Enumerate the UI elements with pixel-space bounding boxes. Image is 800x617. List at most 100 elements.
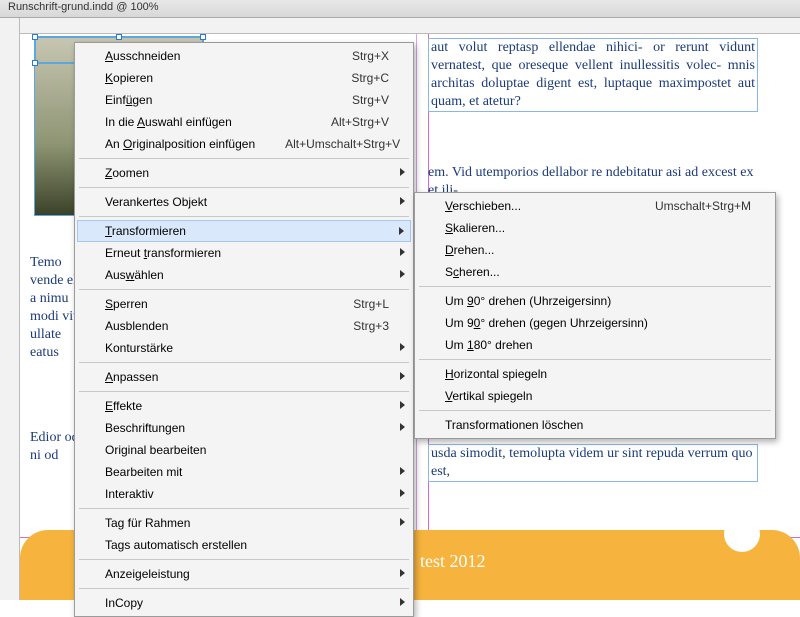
submenu-arrow-icon	[400, 518, 405, 526]
text-frame-right3[interactable]: usda simodit, temolupta videm ur sint re…	[428, 444, 758, 482]
window-titlebar: Runschrift-grund.indd @ 100%	[0, 0, 800, 18]
menu-item-label: Effekte	[105, 399, 142, 413]
menu-separator	[419, 410, 771, 411]
menu-item-ausw-hlen[interactable]: Auswählen	[77, 264, 411, 286]
menu-item-label: Einfügen	[105, 93, 152, 107]
menu-item-label: Anpassen	[105, 370, 158, 384]
menu-item-label: Original bearbeiten	[105, 443, 206, 457]
menu-item-sperren[interactable]: Sperren Strg+L	[77, 293, 411, 315]
submenu-item-skalieren[interactable]: Skalieren...	[417, 217, 773, 239]
menu-item-incopy[interactable]: InCopy	[77, 592, 411, 614]
menu-item-label: Um 90° drehen (gegen Uhrzeigersinn)	[445, 316, 648, 330]
submenu-item-vertikal-spiegeln[interactable]: Vertikal spiegeln	[417, 385, 773, 407]
submenu-item-verschieben[interactable]: Verschieben... Umschalt+Strg+M	[417, 195, 773, 217]
menu-separator	[79, 362, 409, 363]
menu-item-label: Ausschneiden	[105, 49, 180, 63]
ruler-horizontal[interactable]	[20, 18, 800, 34]
menu-item-einf-gen[interactable]: EinfügenStrg+V	[77, 89, 411, 111]
menu-separator	[79, 391, 409, 392]
menu-item-anpassen[interactable]: Anpassen	[77, 366, 411, 388]
menu-item-in-die-auswahl-einf-gen[interactable]: In die Auswahl einfügen Alt+Strg+V	[77, 111, 411, 133]
context-menu[interactable]: AusschneidenStrg+XKopierenStrg+CEinfügen…	[74, 42, 414, 617]
menu-item-an-originalposition-einf-gen[interactable]: An Originalposition einfügenAlt+Umschalt…	[77, 133, 411, 155]
footer-notch	[724, 516, 760, 552]
menu-item-tags-automatisch-erstellen[interactable]: Tags automatisch erstellen	[77, 534, 411, 556]
menu-separator	[419, 286, 771, 287]
menu-item-label: Verschieben...	[445, 199, 521, 213]
submenu-arrow-icon	[400, 343, 405, 351]
submenu-arrow-icon	[400, 168, 405, 176]
menu-item-label: Skalieren...	[445, 221, 505, 235]
submenu-item-scheren[interactable]: Scheren...	[417, 261, 773, 283]
submenu-arrow-icon	[400, 197, 405, 205]
menu-item-label: Ausblenden	[105, 319, 168, 333]
menu-shortcut: Alt+Strg+V	[301, 115, 389, 129]
submenu-transformieren[interactable]: Verschieben... Umschalt+Strg+M Skalieren..…	[414, 192, 776, 439]
menu-item-tag-f-r-rahmen[interactable]: Tag für Rahmen	[77, 512, 411, 534]
menu-item-label: Transformationen löschen	[445, 418, 583, 432]
menu-item-verankertes-objekt[interactable]: Verankertes Objekt	[77, 191, 411, 213]
submenu-arrow-icon	[400, 372, 405, 380]
menu-item-original-bearbeiten[interactable]: Original bearbeiten	[77, 439, 411, 461]
menu-shortcut: Strg+L	[323, 297, 389, 311]
submenu-arrow-icon	[399, 227, 404, 235]
menu-item-transformieren[interactable]: Transformieren	[77, 220, 411, 242]
submenu-arrow-icon	[400, 248, 405, 256]
menu-shortcut: Strg+X	[322, 49, 389, 63]
menu-item-beschriftungen[interactable]: Beschriftungen	[77, 417, 411, 439]
submenu-arrow-icon	[400, 423, 405, 431]
menu-item-label: Beschriftungen	[105, 421, 185, 435]
menu-item-konturst-rke[interactable]: Konturstärke	[77, 337, 411, 359]
menu-item-label: Scheren...	[445, 265, 500, 279]
menu-separator	[79, 216, 409, 217]
menu-item-ausblenden[interactable]: Ausblenden Strg+3	[77, 315, 411, 337]
menu-item-kopieren[interactable]: KopierenStrg+C	[77, 67, 411, 89]
menu-item-label: Vertikal spiegeln	[445, 389, 532, 403]
menu-separator	[79, 187, 409, 188]
menu-item-erneut-transformieren[interactable]: Erneut transformieren	[77, 242, 411, 264]
menu-item-label: Drehen...	[445, 243, 494, 257]
menu-item-label: Anzeigeleistung	[105, 567, 190, 581]
menu-separator	[79, 588, 409, 589]
menu-item-bearbeiten-mit[interactable]: Bearbeiten mit	[77, 461, 411, 483]
menu-shortcut: Umschalt+Strg+M	[625, 199, 751, 213]
submenu-item-um-90-drehen-uhrzeigersinn[interactable]: Um 90° drehen (Uhrzeigersinn)	[417, 290, 773, 312]
submenu-item-um-90-drehen-gegen-uhrzeigersinn[interactable]: Um 90° drehen (gegen Uhrzeigersinn)	[417, 312, 773, 334]
menu-item-label: Sperren	[105, 297, 148, 311]
menu-item-label: An Originalposition einfügen	[105, 137, 255, 151]
submenu-item-transformationen-l-schen[interactable]: Transformationen löschen	[417, 414, 773, 436]
submenu-arrow-icon	[400, 401, 405, 409]
footer-text: test 2012	[420, 551, 486, 572]
menu-item-label: Tag für Rahmen	[105, 516, 190, 530]
menu-item-label: Interaktiv	[105, 487, 154, 501]
menu-separator	[79, 559, 409, 560]
menu-separator	[79, 158, 409, 159]
menu-item-label: InCopy	[105, 596, 143, 610]
menu-item-label: Zoomen	[105, 166, 149, 180]
menu-item-label: Um 180° drehen	[445, 338, 533, 352]
ruler-vertical[interactable]	[0, 18, 20, 600]
submenu-item-horizontal-spiegeln[interactable]: Horizontal spiegeln	[417, 363, 773, 385]
menu-item-label: Kopieren	[105, 71, 153, 85]
submenu-arrow-icon	[400, 569, 405, 577]
menu-item-label: Bearbeiten mit	[105, 465, 182, 479]
menu-separator	[419, 359, 771, 360]
menu-item-label: In die Auswahl einfügen	[105, 115, 232, 129]
menu-shortcut: Alt+Umschalt+Strg+V	[255, 137, 400, 151]
menu-item-label: Um 90° drehen (Uhrzeigersinn)	[445, 294, 611, 308]
submenu-arrow-icon	[400, 489, 405, 497]
submenu-arrow-icon	[400, 467, 405, 475]
menu-item-anzeigeleistung[interactable]: Anzeigeleistung	[77, 563, 411, 585]
menu-item-interaktiv[interactable]: Interaktiv	[77, 483, 411, 505]
menu-item-effekte[interactable]: Effekte	[77, 395, 411, 417]
submenu-item-um-180-drehen[interactable]: Um 180° drehen	[417, 334, 773, 356]
menu-item-label: Transformieren	[105, 224, 186, 238]
submenu-arrow-icon	[400, 598, 405, 606]
menu-item-ausschneiden[interactable]: Ausschneiden Strg+X	[77, 45, 411, 67]
menu-shortcut: Strg+3	[323, 319, 389, 333]
menu-item-zoomen[interactable]: Zoomen	[77, 162, 411, 184]
menu-separator	[79, 508, 409, 509]
menu-item-label: Tags automatisch erstellen	[105, 538, 247, 552]
text-frame-right1[interactable]: aut volut reptasp ellendae nihici- or re…	[428, 38, 758, 112]
submenu-item-drehen[interactable]: Drehen...	[417, 239, 773, 261]
